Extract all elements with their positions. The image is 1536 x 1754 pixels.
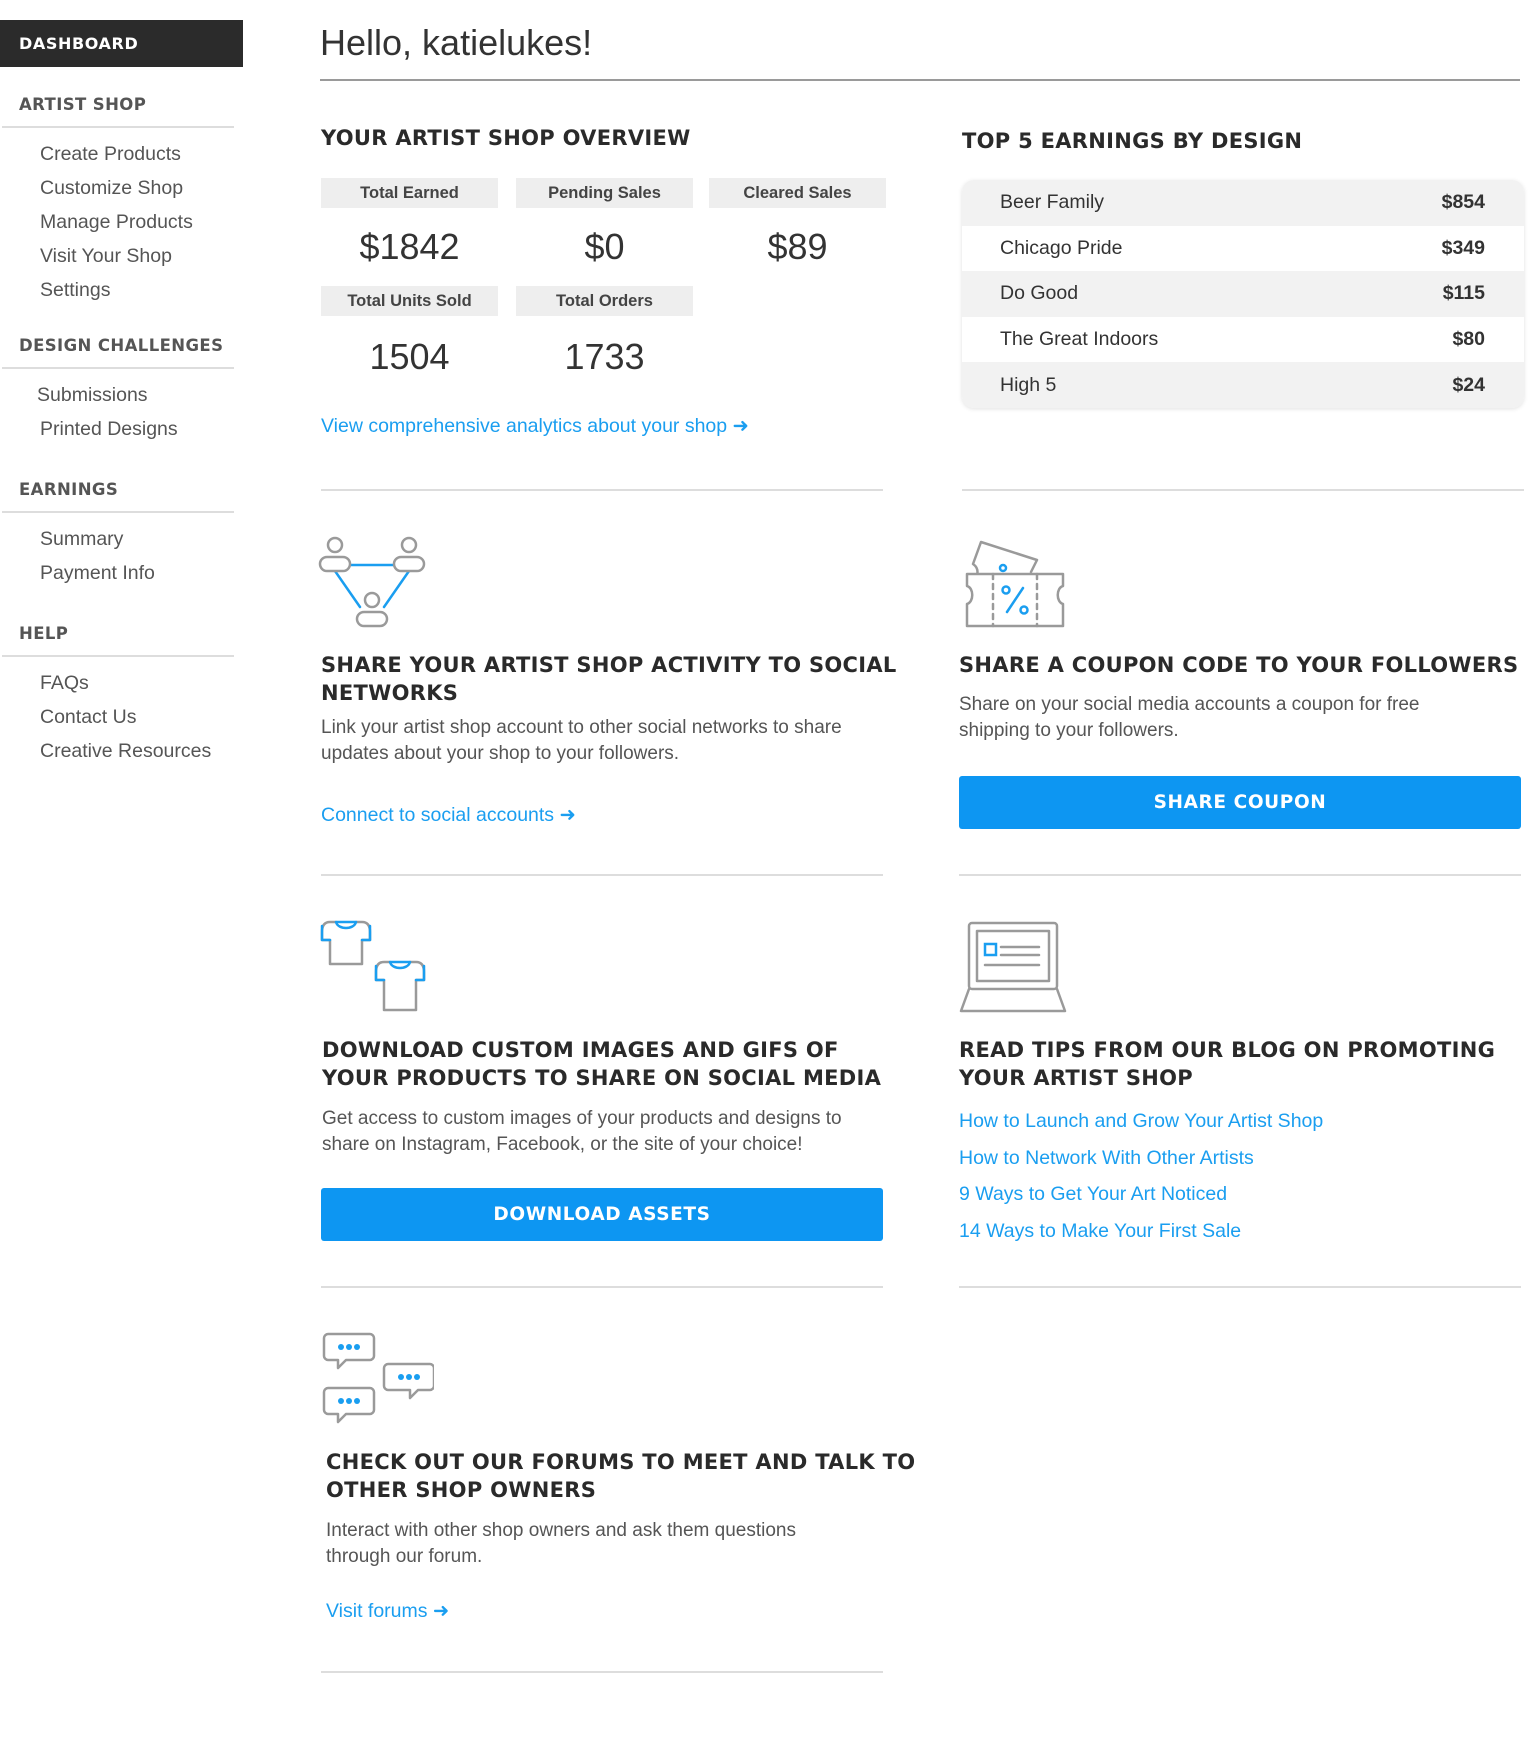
stat-value-cleared-sales: $89	[767, 226, 828, 267]
stat-label-cleared-sales: Cleared Sales	[709, 178, 886, 208]
sidebar-item-settings[interactable]: Settings	[0, 277, 243, 311]
sidebar-item-summary[interactable]: Summary	[0, 526, 243, 560]
coupon-description-line: Share on your social media accounts a co…	[959, 694, 1420, 715]
coupon-description: Share on your social media accounts a co…	[959, 692, 1420, 744]
overview-title: YOUR ARTIST SHOP OVERVIEW	[321, 126, 691, 150]
stat-value-total-units-sold: 1504	[369, 336, 450, 377]
sidebar-heading-earnings: EARNINGS	[19, 480, 119, 499]
sidebar-item-visit-your-shop[interactable]: Visit Your Shop	[0, 243, 243, 277]
stat-label-pending-sales: Pending Sales	[516, 178, 693, 208]
assets-description: Get access to custom images of your prod…	[322, 1106, 842, 1158]
earnings-row: High 5 $24	[962, 362, 1524, 408]
header-divider	[320, 79, 1520, 81]
social-title-line: NETWORKS	[321, 681, 459, 705]
sidebar-item-faqs[interactable]: FAQs	[0, 670, 243, 704]
earnings-amount: $24	[1452, 373, 1485, 396]
stat-label-total-orders: Total Orders	[516, 286, 693, 316]
sidebar-item-customize-shop[interactable]: Customize Shop	[0, 175, 243, 209]
download-assets-button[interactable]: DOWNLOAD ASSETS	[321, 1188, 883, 1241]
sidebar-item-printed-designs[interactable]: Printed Designs	[0, 416, 243, 450]
people-network-icon	[318, 536, 426, 628]
sidebar-heading-artist-shop: ARTIST SHOP	[19, 95, 147, 114]
chat-bubbles-icon	[322, 1332, 434, 1424]
blog-link-first-sale[interactable]: 14 Ways to Make Your First Sale	[959, 1218, 1241, 1244]
earnings-amount: $80	[1452, 328, 1485, 351]
assets-description-line: Get access to custom images of your prod…	[322, 1108, 842, 1129]
assets-title: DOWNLOAD CUSTOM IMAGES AND GIFS OF YOUR …	[322, 1036, 881, 1092]
stat-value-total-earned: $1842	[359, 226, 460, 267]
earnings-design-name: Chicago Pride	[1000, 236, 1123, 259]
forums-title-line: OTHER SHOP OWNERS	[326, 1478, 597, 1502]
assets-description-line: share on Instagram, Facebook, or the sit…	[322, 1134, 803, 1155]
blog-link-network-with-artists[interactable]: How to Network With Other Artists	[959, 1145, 1254, 1171]
section-divider	[959, 874, 1521, 876]
sidebar-section-design-challenges: DESIGN CHALLENGES Submissions Printed De…	[0, 335, 243, 450]
share-coupon-button[interactable]: SHARE COUPON	[959, 776, 1521, 829]
earnings-row: The Great Indoors $80	[962, 316, 1524, 363]
forums-description-line: Interact with other shop owners and ask …	[326, 1520, 796, 1541]
earnings-design-name: The Great Indoors	[1000, 328, 1159, 351]
sidebar-item-creative-resources[interactable]: Creative Resources	[0, 738, 243, 772]
forums-description-line: through our forum.	[326, 1546, 483, 1567]
coupon-ticket-icon	[965, 540, 1065, 628]
forums-title-line: CHECK OUT OUR FORUMS TO MEET AND TALK TO	[326, 1450, 916, 1474]
social-title-line: SHARE YOUR ARTIST SHOP ACTIVITY TO SOCIA…	[321, 653, 897, 677]
social-description-line: Link your artist shop account to other s…	[321, 717, 842, 738]
social-description-line: updates about your shop to your follower…	[321, 743, 680, 764]
laptop-blog-icon	[959, 921, 1067, 1013]
forums-title: CHECK OUT OUR FORUMS TO MEET AND TALK TO…	[326, 1448, 915, 1504]
earnings-design-name: High 5	[1000, 373, 1057, 396]
top-earnings-table: Beer Family $854 Chicago Pride $349 Do G…	[962, 180, 1524, 408]
sidebar-dashboard[interactable]: DASHBOARD	[0, 20, 243, 67]
sidebar-heading-help: HELP	[19, 624, 69, 643]
coupon-title: SHARE A COUPON CODE TO YOUR FOLLOWERS	[959, 653, 1519, 677]
blog-title: READ TIPS FROM OUR BLOG ON PROMOTING YOU…	[959, 1036, 1495, 1092]
visit-forums-link[interactable]: Visit forums ➜	[326, 1598, 449, 1624]
earnings-design-name: Beer Family	[1000, 191, 1105, 214]
sidebar-item-payment-info[interactable]: Payment Info	[0, 560, 243, 594]
earnings-amount: $115	[1442, 282, 1485, 305]
earnings-row: Chicago Pride $349	[962, 225, 1524, 272]
sidebar-section-help: HELP FAQs Contact Us Creative Resources	[0, 623, 243, 772]
blog-title-line: READ TIPS FROM OUR BLOG ON PROMOTING	[959, 1038, 1496, 1062]
sidebar-nav: DASHBOARD ARTIST SHOP Create Products Cu…	[0, 20, 243, 772]
stat-label-total-units-sold: Total Units Sold	[321, 286, 498, 316]
earnings-row: Beer Family $854	[962, 180, 1524, 226]
sidebar-item-create-products[interactable]: Create Products	[0, 141, 243, 175]
sidebar-item-manage-products[interactable]: Manage Products	[0, 209, 243, 243]
stat-value-total-orders: 1733	[564, 336, 645, 377]
sidebar-section-earnings: EARNINGS Summary Payment Info	[0, 479, 243, 594]
top-earnings-title: TOP 5 EARNINGS BY DESIGN	[962, 129, 1303, 153]
stat-value-pending-sales: $0	[584, 226, 625, 267]
section-divider	[321, 1286, 883, 1288]
forums-description: Interact with other shop owners and ask …	[326, 1518, 796, 1570]
social-title: SHARE YOUR ARTIST SHOP ACTIVITY TO SOCIA…	[321, 651, 897, 707]
earnings-design-name: Do Good	[1000, 282, 1079, 305]
sidebar-item-submissions[interactable]: Submissions	[0, 382, 243, 416]
tshirt-icon	[320, 920, 426, 1012]
blog-link-launch-and-grow[interactable]: How to Launch and Grow Your Artist Shop	[959, 1108, 1323, 1134]
assets-title-line: DOWNLOAD CUSTOM IMAGES AND GIFS OF	[322, 1038, 839, 1062]
blog-link-get-art-noticed[interactable]: 9 Ways to Get Your Art Noticed	[959, 1181, 1227, 1207]
coupon-description-line: shipping to your followers.	[959, 720, 1179, 741]
section-divider	[962, 489, 1524, 491]
section-divider	[321, 489, 883, 491]
section-divider	[959, 1286, 1521, 1288]
sidebar-section-artist-shop: ARTIST SHOP Create Products Customize Sh…	[0, 94, 243, 311]
analytics-link[interactable]: View comprehensive analytics about your …	[321, 413, 749, 439]
earnings-amount: $349	[1441, 236, 1485, 259]
earnings-amount: $854	[1441, 191, 1485, 214]
sidebar-item-contact-us[interactable]: Contact Us	[0, 704, 243, 738]
page-greeting: Hello, katielukes!	[320, 22, 593, 63]
section-divider	[321, 874, 883, 876]
stat-label-total-earned: Total Earned	[321, 178, 498, 208]
blog-title-line: YOUR ARTIST SHOP	[959, 1066, 1193, 1090]
assets-title-line: YOUR PRODUCTS TO SHARE ON SOCIAL MEDIA	[322, 1066, 882, 1090]
earnings-row: Do Good $115	[962, 271, 1524, 317]
section-divider	[321, 1671, 883, 1673]
social-description: Link your artist shop account to other s…	[321, 715, 842, 767]
sidebar-heading-design-challenges: DESIGN CHALLENGES	[19, 336, 224, 355]
connect-social-link[interactable]: Connect to social accounts ➜	[321, 802, 576, 828]
